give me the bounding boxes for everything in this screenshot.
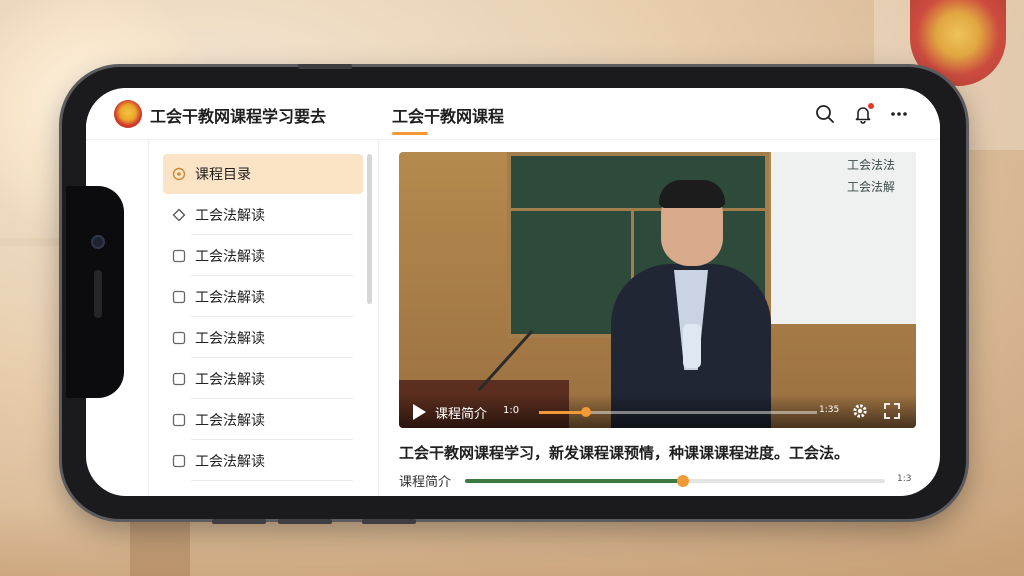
phone-side-button — [362, 519, 416, 524]
tab-course[interactable]: 工会干教网课程 — [392, 103, 504, 127]
checkbox-icon[interactable] — [171, 330, 187, 346]
sidebar-divider — [191, 439, 353, 440]
background-shelf — [0, 238, 70, 246]
checkbox-icon[interactable] — [171, 371, 187, 387]
video-progress-knob[interactable] — [581, 407, 592, 417]
video-controls: 课程简介 1:0 1:35 — [399, 394, 916, 428]
checkbox-icon[interactable] — [171, 412, 187, 428]
gear-icon — [853, 404, 867, 418]
sidebar-divider — [191, 275, 353, 276]
checkbox-icon[interactable] — [171, 289, 187, 305]
video-current-time: 1:0 — [503, 405, 520, 416]
sidebar-item-label: 工会法解读 — [195, 249, 265, 265]
sidebar-item-label: 工会法解读 — [195, 413, 265, 429]
sidebar-item-catalog[interactable]: 课程目录 — [163, 154, 363, 194]
sidebar-item-lesson[interactable]: 工会法解读 — [163, 441, 363, 481]
phone-side-button — [212, 519, 266, 524]
settings-button[interactable] — [851, 402, 869, 420]
sidebar-item-label: 工会法解读 — [195, 454, 265, 470]
sidebar-divider — [191, 480, 353, 481]
sidebar-scrollbar[interactable] — [367, 154, 372, 304]
camera-icon — [91, 235, 105, 249]
search-icon — [816, 105, 834, 123]
play-icon[interactable] — [413, 404, 426, 420]
sidebar-item-lesson[interactable]: 工会法解读 — [163, 277, 363, 317]
checkbox-icon[interactable] — [171, 248, 187, 264]
sidebar-item-label: 课程目录 — [195, 167, 251, 183]
sidebar-item-label: 工会法解读 — [195, 372, 265, 388]
sidebar-item-lesson[interactable]: 工会法解读 — [163, 318, 363, 358]
sidebar-item-lesson[interactable]: 工会法解读 — [163, 400, 363, 440]
video-player[interactable]: 工会法法 工会法解 课程简介 1:0 1:35 — [399, 152, 916, 428]
app-header: 工会干教网课程学习要去 工会干教网课程 — [86, 88, 940, 140]
sidebar-item-lesson[interactable]: 工会法解读 — [163, 359, 363, 399]
sidebar-item-label: 工会法解读 — [195, 208, 265, 224]
video-duration: 1:35 — [819, 405, 840, 415]
sidebar-item-lesson[interactable]: 工会法解读 — [163, 236, 363, 276]
fullscreen-button[interactable] — [883, 402, 901, 420]
tab-active-indicator — [392, 132, 428, 135]
course-progress-bar[interactable] — [465, 475, 885, 487]
video-intro-label: 课程简介 — [435, 407, 488, 422]
course-title: 工会干教网课程学习，新发课程课预情，种课课课程进度。工会法。 — [399, 444, 850, 462]
notification-badge — [868, 103, 874, 109]
sidebar-divider — [191, 398, 353, 399]
sidebar-divider — [191, 234, 353, 235]
logo-emblem-icon — [114, 100, 142, 128]
sidebar-item-label: 工会法解读 — [195, 290, 265, 306]
sidebar-divider — [191, 357, 353, 358]
video-water-bottle — [683, 324, 701, 368]
more-icon — [891, 112, 907, 116]
slide-text: 工会法法 — [847, 158, 896, 172]
catalog-icon — [171, 166, 187, 182]
more-button[interactable] — [886, 101, 912, 127]
slide-text: 工会法解 — [847, 180, 896, 194]
notification-button[interactable] — [850, 101, 876, 127]
course-progress-time: 1:3 — [897, 474, 912, 484]
diamond-outline-icon — [171, 207, 187, 223]
phone-volume-button — [298, 64, 352, 69]
video-progress-fill — [539, 411, 587, 414]
course-sidebar: 课程目录 工会法解读 工会法解读 工会法解读 工会法解读 工会法解读 工会法解读… — [148, 140, 378, 496]
checkbox-icon[interactable] — [171, 453, 187, 469]
fullscreen-icon — [884, 403, 900, 419]
app-screen: 工会干教网课程学习要去 工会干教网课程 课程目录 工会法解读 工会法解读 工会法… — [86, 88, 940, 496]
video-progress-bar[interactable] — [539, 407, 817, 417]
background-chair — [130, 516, 190, 576]
panel-divider — [378, 140, 379, 496]
search-button[interactable] — [812, 101, 838, 127]
app-title: 工会干教网课程学习要去 — [150, 107, 327, 126]
course-intro-label[interactable]: 课程简介 — [399, 471, 451, 490]
course-progress-fill — [465, 479, 684, 483]
sidebar-item-label: 工会法解读 — [195, 331, 265, 347]
sidebar-item-lesson[interactable]: 工会法解读 — [163, 195, 363, 235]
sidebar-divider — [191, 316, 353, 317]
phone-speaker — [94, 270, 102, 318]
phone-side-button — [278, 519, 332, 524]
course-progress-knob[interactable] — [677, 475, 690, 487]
